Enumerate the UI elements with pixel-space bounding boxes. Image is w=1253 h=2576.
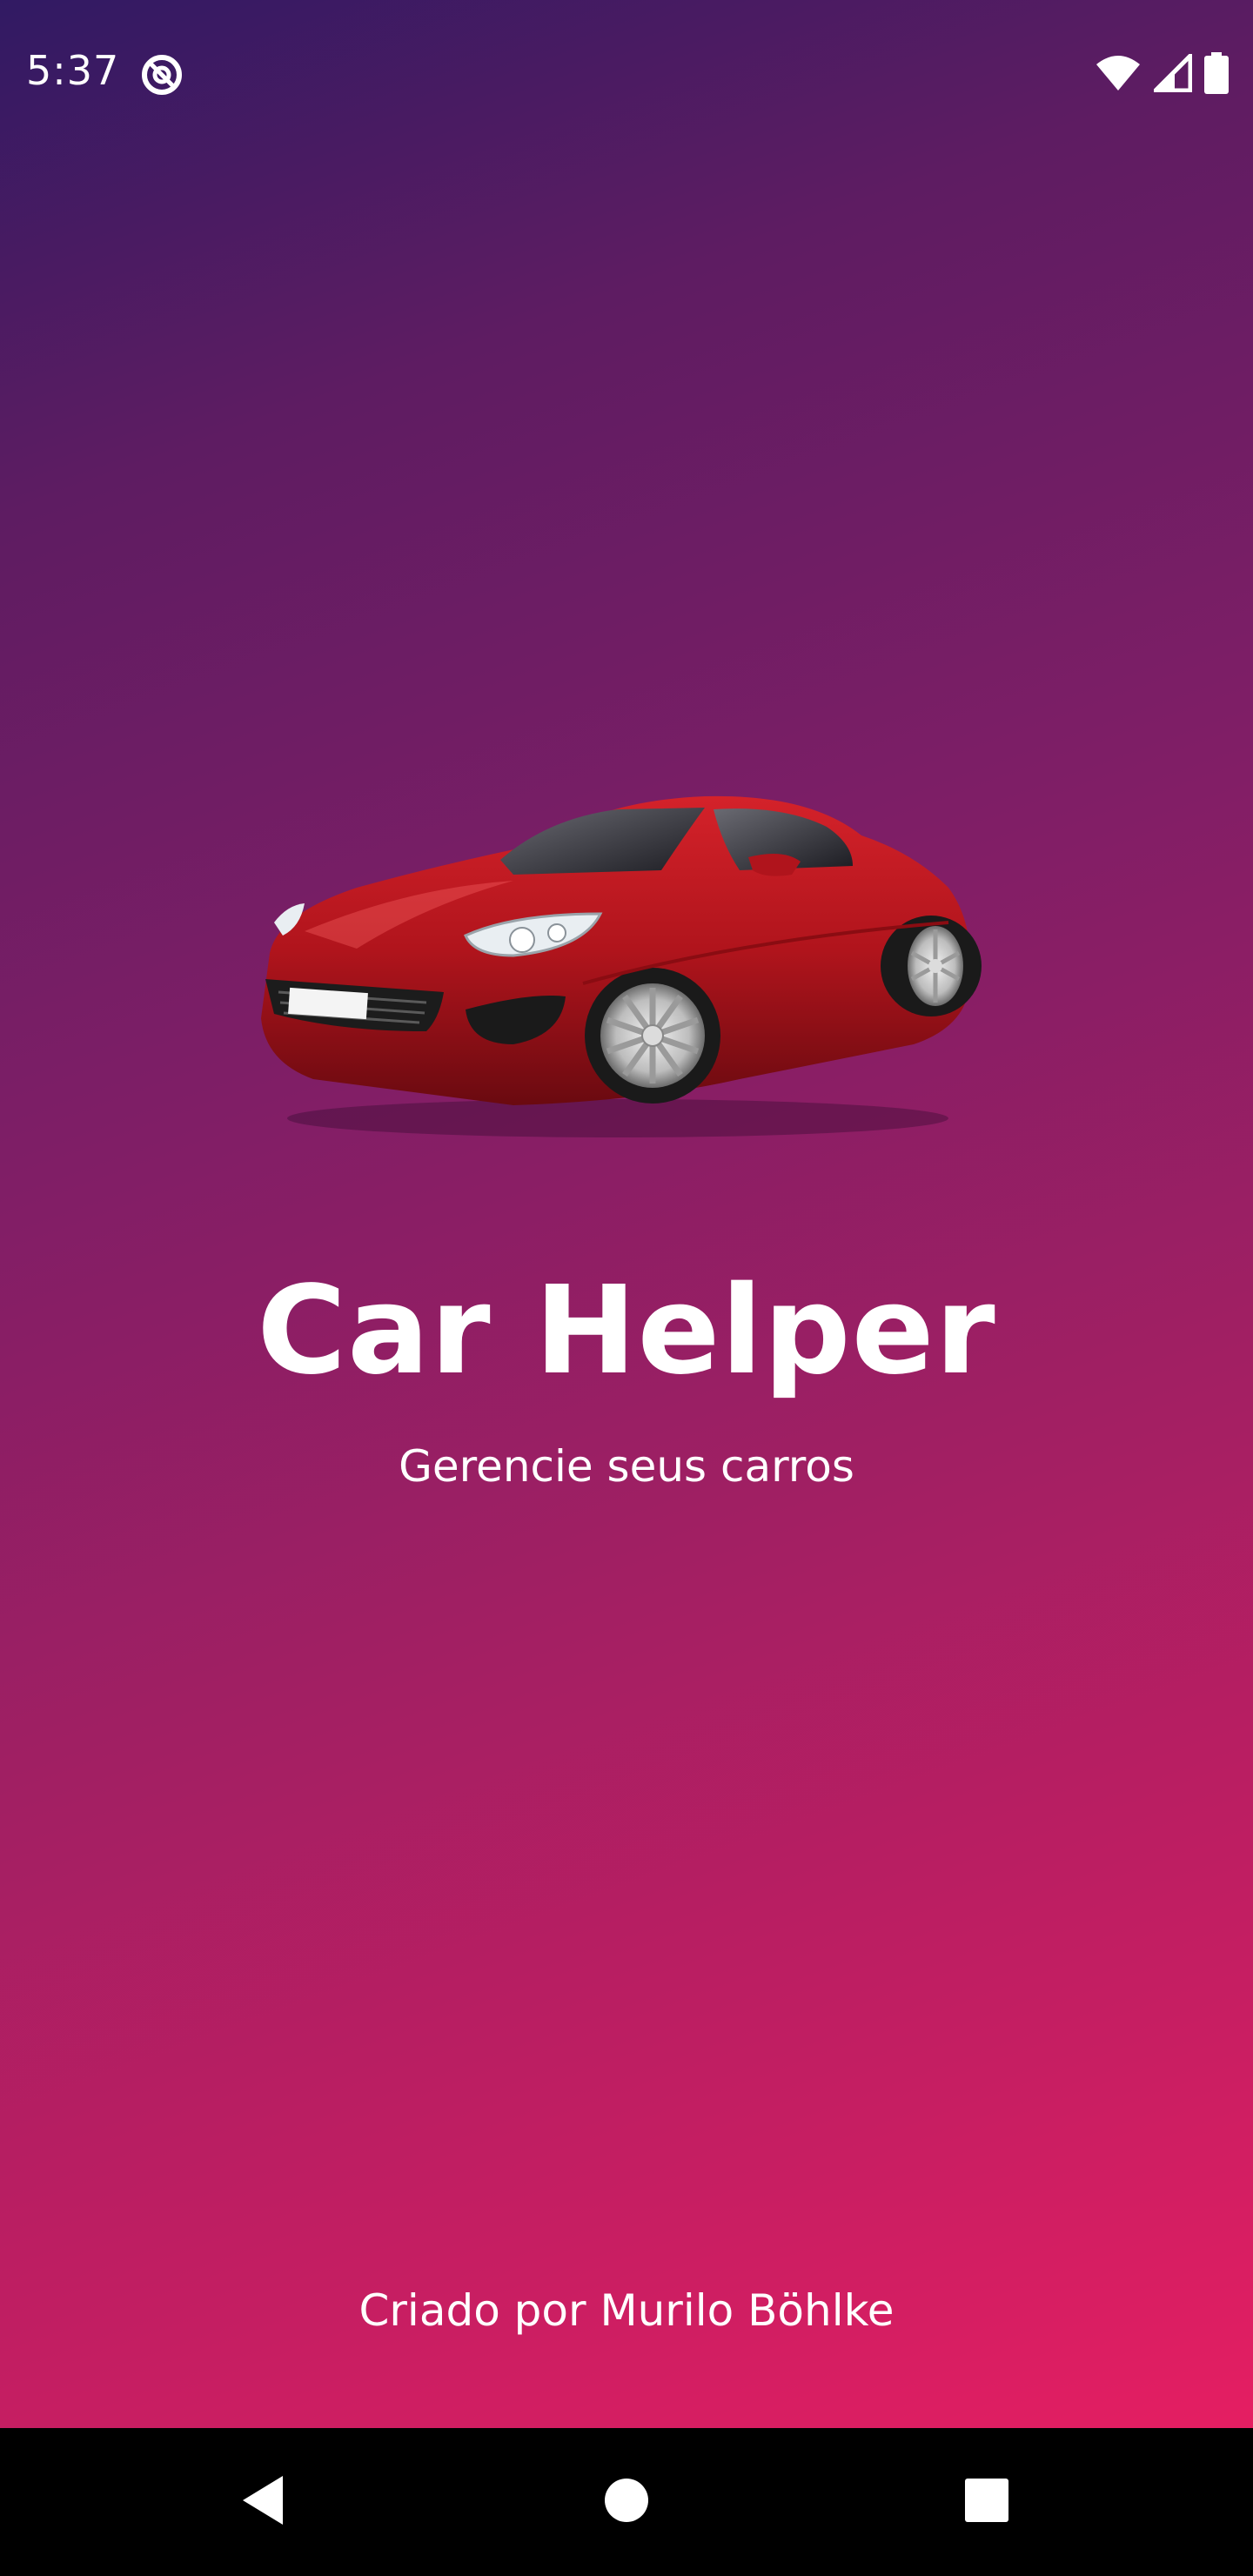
battery-icon: [1204, 52, 1229, 97]
back-button[interactable]: [228, 2467, 298, 2537]
back-icon: [239, 2474, 286, 2530]
app-subtitle: Gerencie seus carros: [399, 1441, 854, 1492]
recents-button[interactable]: [952, 2467, 1022, 2537]
credit-text: Criado por Murilo Böhlke: [358, 2285, 895, 2336]
app-title: Car Helper: [257, 1260, 996, 1402]
home-icon: [604, 2478, 649, 2526]
status-icons: [1095, 50, 1229, 97]
car-illustration: [252, 783, 1001, 1149]
home-button[interactable]: [592, 2467, 661, 2537]
navigation-bar: [0, 2428, 1253, 2576]
status-time: 5:37: [26, 47, 120, 94]
status-bar: 5:37: [0, 0, 1253, 150]
splash-screen: 5:37 Car Helper Gerencie seus carros Cri…: [0, 0, 1253, 2428]
do-not-disturb-icon: [139, 52, 184, 97]
cellular-signal-icon: [1149, 50, 1193, 96]
wifi-icon: [1095, 54, 1142, 96]
recents-icon: [964, 2478, 1009, 2526]
